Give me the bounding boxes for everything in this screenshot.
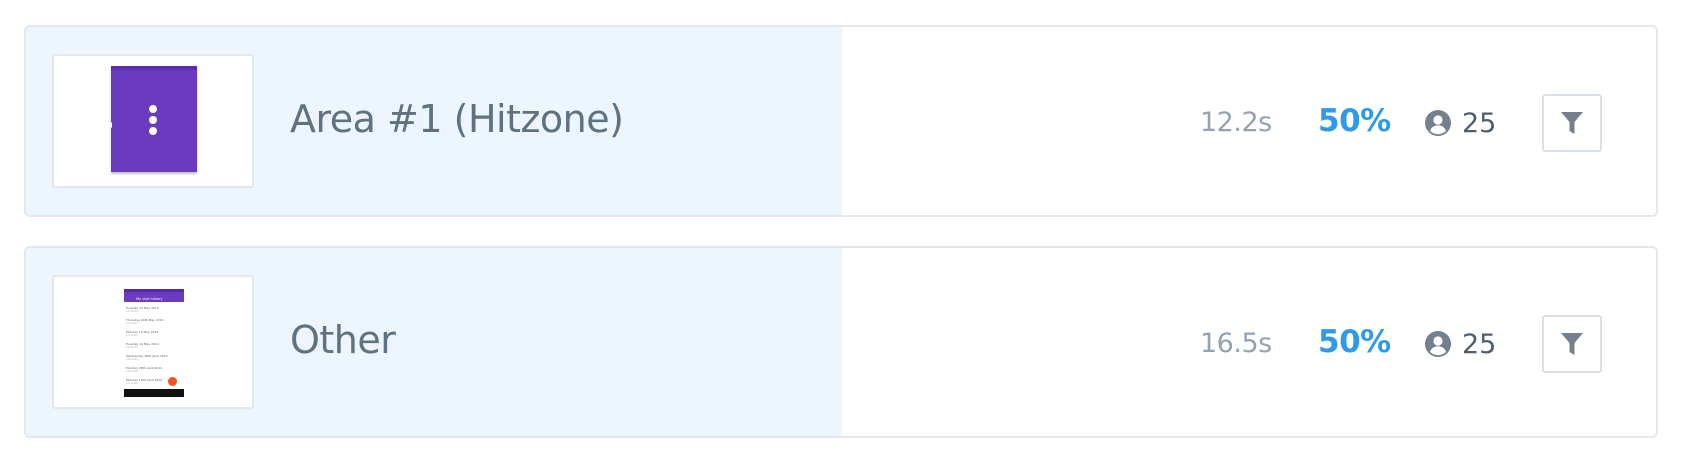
more-dot — [149, 116, 157, 124]
phone-list-item: Wednesday 30th April 2014 3.0 hours — [126, 354, 178, 361]
time-metric: 12.2s — [1200, 107, 1272, 138]
more-dot — [149, 105, 157, 113]
funnel-icon — [1561, 333, 1583, 355]
phone-list-item: Thursday 29th May 2014 2.0 hours — [126, 318, 178, 325]
phone-fab — [168, 377, 177, 386]
area-title: Other — [290, 318, 396, 362]
time-metric: 16.5s — [1200, 328, 1272, 359]
area-thumbnail: My visit history Tuesday 13 May 2014 1.0… — [52, 275, 254, 409]
area-list: Area #1 (Hitzone) 12.2s 50% 25 My visit … — [0, 0, 1684, 470]
filter-button[interactable] — [1542, 315, 1602, 373]
phone-app-bar: My visit history — [124, 292, 184, 302]
phone-nav-bar — [124, 389, 184, 397]
hitzone-preview — [111, 66, 197, 172]
funnel-icon — [1561, 112, 1583, 134]
phone-list-item-secondary: 1.0 hours — [126, 370, 138, 373]
hitzone-edge-marker — [108, 122, 112, 128]
area-row-hitzone[interactable]: Area #1 (Hitzone) 12.2s 50% 25 — [24, 25, 1658, 217]
phone-list-item-secondary: 1.5 hours — [126, 334, 138, 337]
phone-list-item: Tuesday 14 May 2014 1.0 hours — [126, 342, 178, 349]
phone-list-item-secondary: 2.0 hours — [126, 322, 138, 325]
phone-list-item: Tuesday 13 May 2014 1.0 hours — [126, 306, 178, 313]
phone-list-item-secondary: 3.0 hours — [126, 358, 138, 361]
phone-list-item: Monday 28th April 2014 1.0 hours — [126, 366, 178, 373]
more-dot — [149, 127, 157, 135]
percent-metric: 50% — [1318, 324, 1391, 360]
user-count: 25 — [1462, 108, 1497, 139]
area-row-other[interactable]: My visit history Tuesday 13 May 2014 1.0… — [24, 246, 1658, 438]
phone-screenshot: My visit history Tuesday 13 May 2014 1.0… — [124, 289, 184, 397]
user-circle-icon — [1425, 331, 1451, 357]
filter-button[interactable] — [1542, 94, 1602, 152]
user-circle-icon — [1425, 110, 1451, 136]
phone-list-item: Monday 19 May 2014 1.5 hours — [126, 330, 178, 337]
phone-app-title: My visit history — [136, 297, 163, 301]
percent-metric: 50% — [1318, 103, 1391, 139]
area-thumbnail — [52, 54, 254, 188]
phone-list-item-secondary: 1.0 hours — [126, 346, 138, 349]
area-title: Area #1 (Hitzone) — [290, 97, 624, 141]
phone-list-item-secondary: 1.0 hours — [126, 310, 138, 313]
hitzone-top-bar — [111, 66, 197, 70]
user-count: 25 — [1462, 329, 1497, 360]
